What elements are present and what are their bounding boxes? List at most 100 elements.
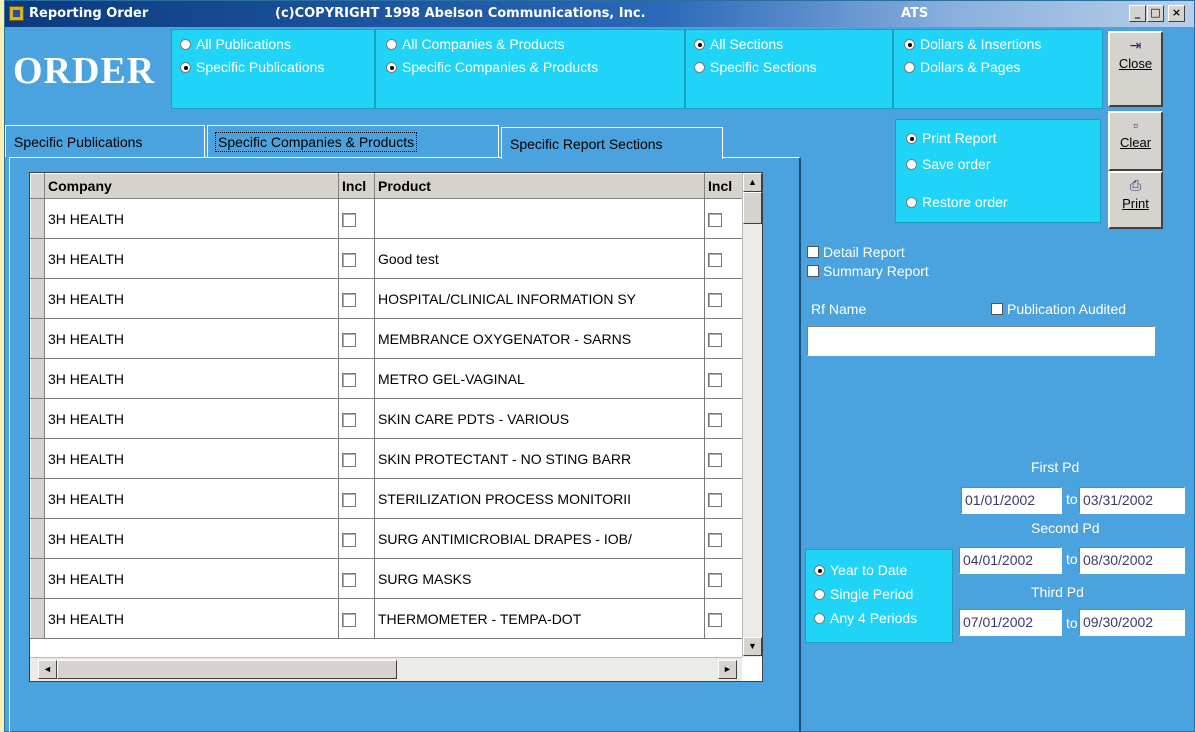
company-include-checkbox[interactable] [338,518,375,559]
company-include-checkbox[interactable] [338,558,375,599]
single-period-radio[interactable]: Single Period [814,586,913,602]
company-include-checkbox[interactable] [338,198,375,239]
specific-companies-radio[interactable]: Specific Companies & Products [386,59,598,75]
product-include-checkbox[interactable] [704,398,743,439]
company-cell[interactable]: 3H HEALTH [44,598,339,639]
third-period-from[interactable]: 07/01/2002 [959,609,1062,636]
company-cell[interactable]: 3H HEALTH [44,478,339,519]
table-row[interactable]: 3H HEALTH [30,198,743,239]
table-row[interactable]: 3H HEALTH HOSPITAL/CLINICAL INFORMATION S… [30,278,743,319]
product-include-checkbox[interactable] [704,558,743,599]
detail-report-checkbox[interactable]: Detail Report [807,244,905,260]
all-companies-radio[interactable]: All Companies & Products [386,36,565,52]
scroll-up-button[interactable]: ▲ [743,173,762,192]
table-row[interactable]: 3H HEALTH SURG ANTIMICROBIAL DRAPES - IOB… [30,518,743,559]
row-selector[interactable] [30,478,45,519]
company-include-checkbox[interactable] [338,438,375,479]
specific-publications-radio[interactable]: Specific Publications [180,59,324,75]
company-include-checkbox[interactable] [338,478,375,519]
product-cell[interactable]: SKIN CARE PDTS - VARIOUS [374,398,705,439]
summary-report-checkbox[interactable]: Summary Report [807,263,929,279]
third-period-to[interactable]: 09/30/2002 [1079,609,1185,636]
rf-name-input[interactable] [807,326,1155,356]
table-row[interactable]: 3H HEALTH METRO GEL-VAGINAL [30,358,743,399]
second-period-to[interactable]: 08/30/2002 [1079,547,1185,574]
clear-button[interactable]: ▫ Clear [1108,111,1163,171]
product-include-checkbox[interactable] [704,238,743,279]
table-row[interactable]: 3H HEALTH Good test [30,238,743,279]
company-include-checkbox[interactable] [338,278,375,319]
scroll-down-button[interactable]: ▼ [743,637,762,656]
year-to-date-radio[interactable]: Year to Date [814,562,907,578]
tab-specific-companies[interactable]: Specific Companies & Products [207,125,499,157]
product-cell[interactable]: MEMBRANCE OXYGENATOR - SARNS [374,318,705,359]
table-row[interactable]: 3H HEALTH MEMBRANCE OXYGENATOR - SARNS [30,318,743,359]
product-cell[interactable]: SURG MASKS [374,558,705,599]
print-button[interactable]: ⎙ Print [1108,171,1163,229]
scroll-thumb[interactable] [743,192,762,224]
row-selector[interactable] [30,598,45,639]
product-cell[interactable]: SKIN PROTECTANT - NO STING BARR [374,438,705,479]
product-cell[interactable]: THERMOMETER - TEMPA-DOT [374,598,705,639]
company-include-checkbox[interactable] [338,238,375,279]
vertical-scrollbar[interactable]: ▲ ▼ [742,173,762,657]
table-row[interactable]: 3H HEALTH SKIN CARE PDTS - VARIOUS [30,398,743,439]
product-cell[interactable]: METRO GEL-VAGINAL [374,358,705,399]
product-include-checkbox[interactable] [704,278,743,319]
first-period-to[interactable]: 03/31/2002 [1079,487,1185,514]
close-button[interactable]: ⇥ Close [1108,31,1163,107]
product-include-checkbox[interactable] [704,358,743,399]
company-cell[interactable]: 3H HEALTH [44,398,339,439]
company-include-checkbox[interactable] [338,398,375,439]
tab-specific-report-sections[interactable]: Specific Report Sections [501,127,723,159]
product-include-checkbox[interactable] [704,598,743,639]
row-selector[interactable] [30,238,45,279]
restore-order-radio[interactable]: Restore order [906,194,1008,210]
column-header-incl-company[interactable]: Incl [338,173,375,199]
row-selector[interactable] [30,518,45,559]
company-cell[interactable]: 3H HEALTH [44,438,339,479]
product-cell[interactable]: STERILIZATION PROCESS MONITORII [374,478,705,519]
all-publications-radio[interactable]: All Publications [180,36,291,52]
publication-audited-checkbox[interactable]: Publication Audited [991,301,1126,317]
row-selector[interactable] [30,358,45,399]
horizontal-scrollbar[interactable]: ◄ ► [30,657,742,681]
company-cell[interactable]: 3H HEALTH [44,198,339,239]
column-header-company[interactable]: Company [44,173,339,199]
minimize-button[interactable]: _ [1129,5,1146,22]
table-row[interactable]: 3H HEALTH STERILIZATION PROCESS MONITORII [30,478,743,519]
company-include-checkbox[interactable] [338,358,375,399]
row-selector[interactable] [30,198,45,239]
product-include-checkbox[interactable] [704,318,743,359]
product-include-checkbox[interactable] [704,438,743,479]
company-cell[interactable]: 3H HEALTH [44,278,339,319]
table-row[interactable]: 3H HEALTH SKIN PROTECTANT - NO STING BARR [30,438,743,479]
company-cell[interactable]: 3H HEALTH [44,358,339,399]
product-cell[interactable]: SURG ANTIMICROBIAL DRAPES - IOB/ [374,518,705,559]
dollars-pages-radio[interactable]: Dollars & Pages [904,59,1020,75]
company-cell[interactable]: 3H HEALTH [44,318,339,359]
row-selector[interactable] [30,438,45,479]
product-cell[interactable]: HOSPITAL/CLINICAL INFORMATION SY [374,278,705,319]
save-order-radio[interactable]: Save order [906,156,990,172]
product-include-checkbox[interactable] [704,478,743,519]
all-sections-radio[interactable]: All Sections [694,36,783,52]
company-include-checkbox[interactable] [338,318,375,359]
row-selector[interactable] [30,558,45,599]
close-window-button[interactable]: × [1168,5,1185,22]
product-include-checkbox[interactable] [704,518,743,559]
table-row[interactable]: 3H HEALTH SURG MASKS [30,558,743,599]
scroll-left-button[interactable]: ◄ [38,660,57,679]
row-selector[interactable] [30,318,45,359]
company-cell[interactable]: 3H HEALTH [44,558,339,599]
row-selector[interactable] [30,398,45,439]
company-cell[interactable]: 3H HEALTH [44,518,339,559]
product-cell[interactable]: Good test [374,238,705,279]
first-period-from[interactable]: 01/01/2002 [961,487,1062,514]
horizontal-scroll-thumb[interactable] [57,660,397,679]
table-row[interactable]: 3H HEALTH THERMOMETER - TEMPA-DOT [30,598,743,639]
column-header-product[interactable]: Product [374,173,705,199]
second-period-from[interactable]: 04/01/2002 [959,547,1062,574]
column-header-incl-product[interactable]: Incl [704,173,743,199]
maximize-button[interactable]: □ [1147,5,1164,22]
